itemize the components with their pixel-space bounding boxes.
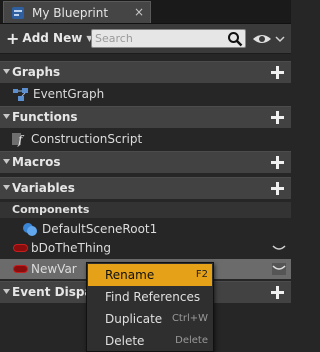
eye-icon xyxy=(253,35,285,43)
toolbar: + Add New ▼ xyxy=(0,24,291,54)
search-input[interactable] xyxy=(95,31,225,45)
menu-item-label: Duplicate xyxy=(105,312,163,326)
blueprint-icon xyxy=(10,5,26,21)
variable-item-label: bDoTheThing xyxy=(31,241,112,255)
menu-item-duplicate[interactable]: Duplicate Ctrl+W xyxy=(88,308,212,330)
section-macros-label: Macros xyxy=(12,155,61,169)
tab-bar: My Blueprint × xyxy=(0,0,291,24)
collapse-arrow-icon xyxy=(3,289,10,294)
collapse-arrow-icon xyxy=(3,185,10,190)
menu-item-shortcut: F2 xyxy=(195,269,208,280)
context-menu: Rename F2 Find References Duplicate Ctrl… xyxy=(86,262,214,352)
menu-item-shortcut: Delete xyxy=(175,335,208,346)
variable-pill-icon xyxy=(13,244,28,252)
add-new-button[interactable]: + Add New ▼ xyxy=(6,28,92,48)
function-item-label: ConstructionScript xyxy=(31,132,143,146)
menu-item-label: Rename xyxy=(105,268,155,282)
menu-item-find-references[interactable]: Find References xyxy=(88,286,212,308)
component-icon xyxy=(23,223,37,236)
collapse-arrow-icon xyxy=(3,69,10,74)
add-icon[interactable] xyxy=(270,181,285,196)
svg-text:f: f xyxy=(17,133,25,147)
view-options-button[interactable] xyxy=(252,31,286,47)
add-icon[interactable] xyxy=(270,155,285,170)
function-icon: f xyxy=(12,133,25,147)
variable-item-label: NewVar xyxy=(31,262,77,276)
variable-item-bdothething[interactable]: bDoTheThing xyxy=(0,238,291,258)
graph-icon xyxy=(13,88,28,101)
plus-icon: + xyxy=(6,28,20,48)
function-item-constructionscript[interactable]: f ConstructionScript xyxy=(0,129,291,149)
section-variables-label: Variables xyxy=(12,181,75,195)
menu-item-label: Find References xyxy=(105,290,201,304)
chevron-down-icon[interactable] xyxy=(272,263,286,275)
graph-item-eventgraph[interactable]: EventGraph xyxy=(0,84,291,104)
add-icon[interactable] xyxy=(270,285,285,300)
search-box xyxy=(91,29,246,48)
components-header[interactable]: Components xyxy=(0,202,291,218)
section-graphs[interactable]: Graphs xyxy=(0,61,291,83)
components-label: Components xyxy=(12,203,90,216)
menu-item-rename[interactable]: Rename F2 xyxy=(88,264,212,286)
close-icon[interactable]: × xyxy=(134,5,144,19)
section-graphs-label: Graphs xyxy=(12,65,61,79)
variable-pill-icon xyxy=(13,265,28,273)
graph-item-label: EventGraph xyxy=(33,87,105,101)
menu-item-delete[interactable]: Delete Delete xyxy=(88,330,212,352)
section-macros[interactable]: Macros xyxy=(0,151,291,173)
section-functions-label: Functions xyxy=(12,110,78,124)
tab-my-blueprint[interactable]: My Blueprint × xyxy=(3,1,151,23)
section-variables[interactable]: Variables xyxy=(0,177,291,199)
add-icon[interactable] xyxy=(270,65,285,80)
menu-item-shortcut: Ctrl+W xyxy=(171,313,208,324)
chevron-down-icon[interactable] xyxy=(272,243,286,255)
menu-item-label: Delete xyxy=(105,334,145,348)
component-item-defaultsceneroot[interactable]: DefaultSceneRoot1 xyxy=(0,219,291,239)
component-item-label: DefaultSceneRoot1 xyxy=(42,222,158,236)
add-icon[interactable] xyxy=(270,110,285,125)
section-functions[interactable]: Functions xyxy=(0,106,291,128)
search-icon[interactable] xyxy=(227,31,243,47)
add-new-label: Add New xyxy=(22,31,83,45)
tab-title: My Blueprint xyxy=(32,5,109,20)
collapse-arrow-icon xyxy=(3,114,10,119)
collapse-arrow-icon xyxy=(3,159,10,164)
